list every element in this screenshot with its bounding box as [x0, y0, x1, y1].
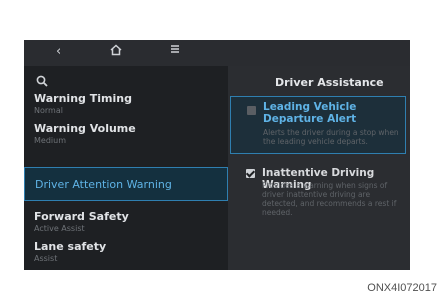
infotainment-screen: ‹ Warning Timing Normal Warning Volume M…: [24, 40, 410, 270]
option-title: Leading Vehicle Departure Alert: [263, 101, 357, 125]
panel-title: Driver Assistance: [275, 76, 384, 89]
menu-item-label: Forward Safety: [34, 210, 129, 223]
top-navigation-bar: ‹: [24, 40, 410, 66]
menu-item-forward-safety[interactable]: Forward Safety Active Assist: [24, 207, 228, 237]
menu-item-label: Driver Attention Warning: [35, 178, 172, 191]
checkbox[interactable]: [247, 106, 256, 115]
menu-item-value: Active Assist: [34, 224, 85, 233]
menu-icon[interactable]: [170, 44, 180, 58]
option-description: Alerts the driver during a stop when the…: [263, 128, 399, 146]
option-inattentive-driving-warning[interactable]: Inattentive Driving Warning Provides a w…: [230, 160, 406, 228]
menu-item-value: Assist: [34, 254, 58, 263]
menu-item-driver-attention-warning[interactable]: Driver Attention Warning: [24, 167, 228, 201]
menu-item-value: Medium: [34, 136, 66, 145]
home-icon[interactable]: [110, 44, 122, 60]
menu-item-label: Lane safety: [34, 240, 107, 253]
settings-menu: Warning Timing Normal Warning Volume Med…: [24, 66, 228, 270]
back-arrow-icon[interactable]: ‹: [56, 45, 61, 59]
figure-code: ONX4I072017: [367, 282, 437, 294]
option-leading-vehicle-departure-alert[interactable]: Leading Vehicle Departure Alert Alerts t…: [230, 96, 406, 154]
menu-item-warning-timing[interactable]: Warning Timing Normal: [24, 89, 228, 119]
driver-assistance-panel: Driver Assistance Leading Vehicle Depart…: [228, 66, 410, 270]
menu-item-warning-volume[interactable]: Warning Volume Medium: [24, 119, 228, 149]
menu-item-lane-safety[interactable]: Lane safety Assist: [24, 237, 228, 267]
option-description: Provides a warning when signs of driver …: [262, 181, 397, 217]
menu-item-label: Warning Volume: [34, 122, 136, 135]
checkbox-checked[interactable]: [246, 169, 255, 178]
menu-item-label: Warning Timing: [34, 92, 132, 105]
menu-item-value: Normal: [34, 106, 63, 115]
